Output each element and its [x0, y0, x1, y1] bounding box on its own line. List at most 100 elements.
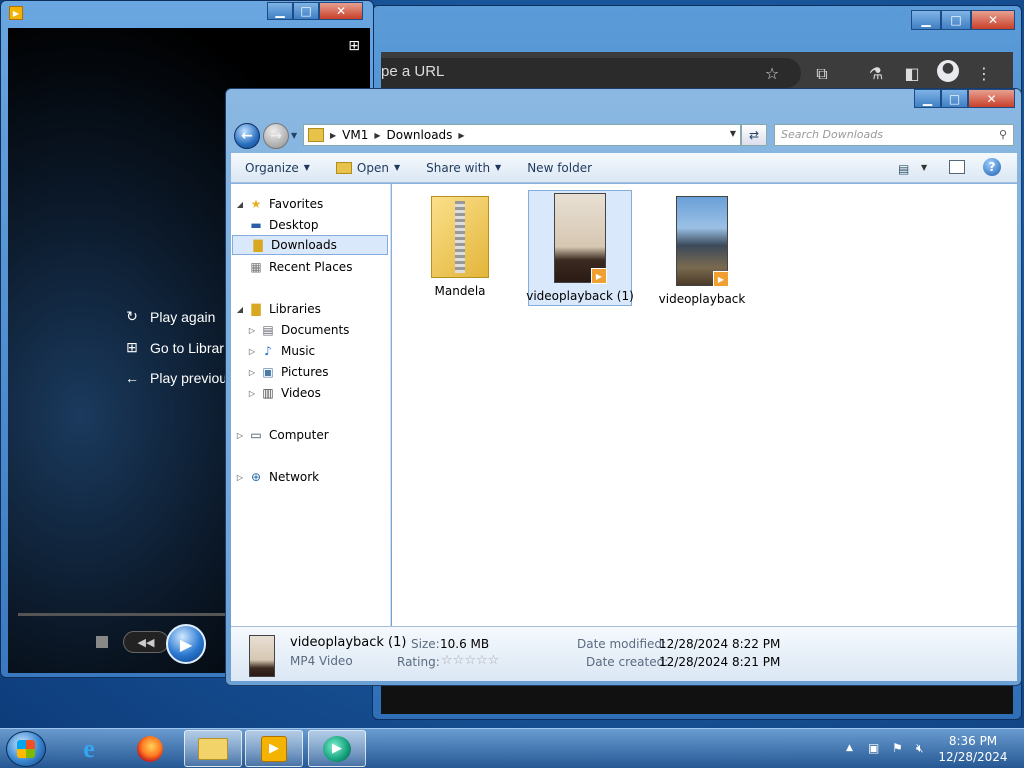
folder-icon: [198, 737, 228, 760]
network-icon: ⊕: [250, 470, 262, 484]
play-button[interactable]: ▶: [166, 624, 206, 664]
nav-documents[interactable]: ▷ ▤ Documents: [243, 320, 403, 340]
video-thumbnail: ▶: [554, 193, 607, 284]
forward-button[interactable]: →: [263, 123, 289, 149]
go-to-library-label: Go to Librar: [150, 339, 224, 356]
rating-stars[interactable]: ☆☆☆☆☆: [441, 653, 499, 668]
star-icon[interactable]: ☆: [488, 653, 500, 668]
more-icon[interactable]: ⋮: [973, 64, 995, 83]
breadcrumb-separator-icon[interactable]: ▶: [458, 131, 464, 140]
share-with-button[interactable]: Share with ▼: [426, 161, 501, 175]
wmp-close-button[interactable]: ✕: [319, 2, 363, 20]
view-options-dropdown-icon[interactable]: ▼: [921, 163, 927, 172]
star-icon[interactable]: ☆: [441, 653, 453, 668]
taskbar-app[interactable]: ▶: [308, 730, 366, 767]
nav-music[interactable]: ▷ ♪ Music: [243, 341, 403, 361]
play-previous-label: Play previou: [150, 370, 228, 386]
network-tray-icon[interactable]: ▣: [868, 741, 879, 755]
taskbar-firefox[interactable]: [121, 730, 179, 767]
previous-button[interactable]: ◀◀: [123, 631, 169, 653]
app-icon: ▶: [323, 735, 351, 762]
stop-button[interactable]: [96, 636, 108, 648]
star-icon[interactable]: ☆: [761, 64, 783, 83]
chrome-maximize-button[interactable]: □: [941, 10, 971, 30]
nav-computer[interactable]: ▷ ▭ Computer: [231, 425, 391, 445]
volume-muted-icon[interactable]: 🔇︎: [916, 741, 924, 756]
new-folder-button[interactable]: New folder: [527, 161, 592, 175]
taskbar-internet-explorer[interactable]: e: [60, 730, 118, 767]
chevron-down-icon: ▼: [393, 163, 401, 172]
play-previous-option[interactable]: ← Play previou: [124, 370, 227, 386]
refresh-button[interactable]: ⇄: [741, 124, 767, 146]
nav-videos[interactable]: ▷ ▥ Videos: [243, 383, 403, 403]
show-hidden-icons[interactable]: ▲: [846, 743, 853, 753]
address-bar[interactable]: ▶ VM1 ▶ Downloads ▶ ▼: [303, 124, 741, 146]
wmp-minimize-button[interactable]: ▁: [267, 2, 293, 20]
expand-icon[interactable]: ▷: [243, 326, 255, 335]
replay-icon: ↻: [126, 308, 138, 324]
nav-desktop[interactable]: ▬ Desktop: [231, 215, 391, 235]
back-button[interactable]: ←: [234, 123, 260, 149]
breadcrumb-vm1[interactable]: VM1: [342, 128, 368, 142]
star-icon[interactable]: ☆: [453, 653, 465, 668]
wmp-maximize-button[interactable]: □: [293, 2, 319, 20]
taskbar: e ▶ ▶ ▲ ▣ ⚑ 🔇︎ 8:36 PM 12/28/2024: [0, 728, 1024, 768]
nav-libraries[interactable]: ◢ ▇ Libraries: [231, 299, 391, 319]
nav-pictures[interactable]: ▷ ▣ Pictures: [243, 362, 403, 382]
play-again-option[interactable]: ↻ Play again: [124, 308, 215, 325]
nav-network[interactable]: ▷ ⊕ Network: [231, 467, 391, 487]
file-item-videoplayback[interactable]: ▶ videoplayback: [650, 194, 754, 306]
system-clock[interactable]: 8:36 PM 12/28/2024: [936, 733, 1010, 765]
expand-icon[interactable]: ▷: [243, 347, 255, 356]
help-icon[interactable]: ?: [983, 158, 1001, 176]
explorer-minimize-button[interactable]: ▁: [914, 89, 941, 108]
file-item-videoplayback-1[interactable]: ▶ videoplayback (1): [526, 190, 634, 306]
action-center-icon[interactable]: ⚑: [892, 741, 903, 755]
change-view-icon[interactable]: ▤: [898, 162, 909, 176]
explorer-maximize-button[interactable]: □: [941, 89, 968, 108]
nav-recent-places[interactable]: ▦ Recent Places: [231, 257, 391, 277]
videos-icon: ▥: [262, 386, 274, 400]
star-icon[interactable]: ☆: [464, 653, 476, 668]
nav-downloads[interactable]: ▇ Downloads: [232, 235, 388, 255]
taskbar-media-player[interactable]: ▶: [245, 730, 303, 767]
search-icon[interactable]: ⚲: [999, 128, 1007, 141]
taskbar-explorer[interactable]: [184, 730, 242, 767]
profile-icon[interactable]: ●: [937, 60, 959, 82]
music-icon: ♪: [264, 344, 272, 358]
go-to-library-option[interactable]: ⊞ Go to Librar: [124, 339, 224, 356]
chrome-toolbar: pe a URL ☆ ⧉ ⚗ ◧ ● ⋮: [381, 52, 1013, 92]
expand-icon[interactable]: ▷: [243, 389, 255, 398]
expand-icon[interactable]: ▷: [243, 368, 255, 377]
expand-icon[interactable]: ▷: [231, 431, 243, 440]
switch-to-library-icon[interactable]: ⊞: [348, 38, 360, 54]
search-input[interactable]: Search Downloads ⚲: [774, 124, 1014, 146]
chrome-minimize-button[interactable]: ▁: [911, 10, 941, 30]
open-button[interactable]: Open ▼: [335, 161, 401, 175]
documents-icon: ▤: [262, 323, 274, 337]
recent-places-icon: ▦: [250, 260, 262, 274]
details-thumbnail: [249, 635, 275, 677]
organize-button[interactable]: Organize ▼: [245, 161, 310, 175]
recent-pages-dropdown[interactable]: ▼: [291, 131, 297, 140]
breadcrumb-separator-icon[interactable]: ▶: [330, 131, 336, 140]
expand-icon[interactable]: ▷: [231, 473, 243, 482]
explorer-caption-buttons: ▁ □ ✕: [914, 89, 1015, 108]
side-panel-icon[interactable]: ◧: [901, 64, 923, 83]
collapse-icon[interactable]: ◢: [231, 305, 243, 314]
start-button[interactable]: [6, 731, 46, 767]
chrome-close-button[interactable]: ✕: [971, 10, 1015, 30]
star-icon[interactable]: ☆: [476, 653, 488, 668]
explorer-close-button[interactable]: ✕: [968, 89, 1015, 108]
extension-icon[interactable]: ⧉: [811, 64, 833, 84]
breadcrumb-downloads[interactable]: Downloads: [387, 128, 453, 142]
address-dropdown-icon[interactable]: ▼: [730, 129, 736, 138]
nav-favorites[interactable]: ◢ ★ Favorites: [231, 194, 391, 214]
omnibox[interactable]: pe a URL: [381, 58, 801, 88]
labs-icon[interactable]: ⚗: [865, 64, 887, 83]
file-item-mandela[interactable]: Mandela: [408, 194, 512, 298]
collapse-icon[interactable]: ◢: [231, 200, 243, 209]
preview-pane-icon[interactable]: [949, 160, 965, 174]
breadcrumb-separator-icon[interactable]: ▶: [374, 131, 380, 140]
explorer-window: ▁ □ ✕ ← → ▼ ▶ VM1 ▶ Downloads ▶ ▼ ⇄ Sear…: [225, 88, 1022, 686]
